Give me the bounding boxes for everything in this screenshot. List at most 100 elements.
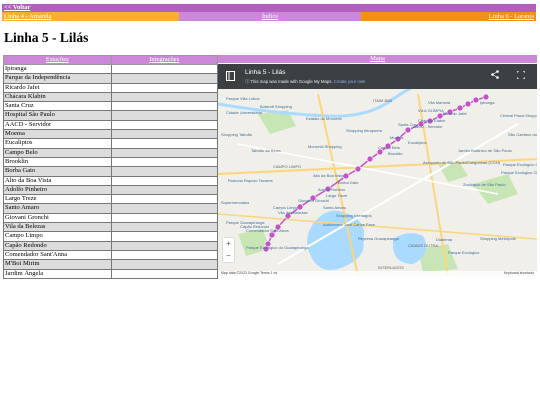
integration-cell [110, 129, 218, 140]
map-label: Jardim Botânico de São Paulo [458, 148, 513, 153]
station-name-cell: Adolfo Pinheiro [3, 184, 112, 196]
map-label: Santa Cruz [398, 122, 418, 127]
map-label: Chácara Klabin [418, 118, 445, 123]
station-name-cell: Eucaliptos [3, 138, 112, 149]
map-label: Largo Treze [326, 193, 348, 198]
map-label: Santo Amaro [323, 205, 347, 210]
sidebar-toggle-icon[interactable] [226, 71, 235, 81]
integration-cell [110, 259, 218, 270]
page-title: Linha 5 - Lilás [4, 30, 89, 45]
station-name-cell: Ipiranga [3, 63, 112, 75]
station-name-cell: Borba Gato [3, 166, 112, 177]
integrations-header[interactable]: Integrações [110, 55, 218, 65]
map-label: São Caetano do Sul [508, 132, 537, 137]
station-name-cell: Campo Belo [3, 147, 112, 158]
map-label: Ipiranga [480, 100, 495, 105]
station-marker[interactable] [472, 96, 480, 104]
map-label: Parque Ecológico do Guarapiranga [246, 245, 309, 250]
keyboard-shortcuts-link[interactable]: Keyboard shortcuts [504, 271, 537, 276]
station-name-cell: Moema [3, 129, 112, 140]
map-notice-text: This map was made with Google My Maps. [250, 79, 333, 84]
map-label: Parque Guarapiranga [226, 220, 265, 225]
table-row: Santo Amaro [3, 203, 218, 214]
map-attribution[interactable]: Map data ©2023 Google Terms 1 mi [218, 271, 277, 275]
map-label: Shopping Ibirapuera [346, 128, 383, 133]
station-marker[interactable] [354, 165, 362, 173]
stations-header[interactable]: Estações [3, 55, 112, 65]
station-marker[interactable] [404, 126, 412, 134]
zoom-control: + − [223, 238, 234, 262]
map-label: Central Plaza Shopping [500, 113, 537, 118]
map-label: ITAIM BIBI [373, 98, 392, 103]
map-label: Zoológico de São Paulo [463, 182, 506, 187]
map-title-bar: Linha 5 - Lilás ⓘ This map was made with… [218, 64, 537, 89]
station-name-cell: Santa Cruz [3, 101, 112, 112]
table-row: Adolfo Pinheiro [3, 184, 218, 196]
table-row: Chácara Klabin [3, 91, 218, 103]
fullscreen-icon[interactable] [517, 71, 525, 79]
index-link[interactable]: Índice [179, 12, 361, 21]
map-label: Brooklin [388, 151, 402, 156]
prev-line-link[interactable]: Linha 4 - Amarela [2, 12, 179, 21]
map-label: Rodovia Raposo Tavares [228, 178, 273, 183]
map-header[interactable]: Mapa [218, 55, 537, 63]
integration-cell [110, 82, 218, 93]
table-row: Parque da Independência [3, 73, 218, 84]
station-name-cell: Giovani Gronchi [3, 212, 112, 224]
map-label: Borba Gato [338, 180, 359, 185]
integration-cell [110, 268, 218, 279]
map-label: Vila Mariana [428, 100, 451, 105]
station-name-cell: Brooklin [3, 156, 112, 168]
create-map-link[interactable]: Create your own [334, 79, 366, 84]
integration-cell [110, 119, 218, 131]
map-label: Represa Guarapiranga [358, 236, 399, 241]
share-icon[interactable] [491, 70, 499, 79]
station-marker[interactable] [464, 100, 472, 108]
station-name-cell: Chácara Klabin [3, 91, 112, 103]
next-line-link[interactable]: Linha 6 - Laranja [361, 12, 536, 21]
station-name-cell: Alto da Boa Vista [3, 175, 112, 186]
integration-cell [110, 147, 218, 158]
back-link[interactable]: << Voltar [2, 4, 30, 12]
station-name-cell: Jardim Ângela [3, 268, 112, 279]
integration-cell [110, 175, 218, 186]
map-label: Comendador Sant'Anna [246, 228, 289, 233]
integration-cell [110, 101, 218, 112]
table-row: Ricardo Jafet [3, 82, 218, 93]
map-label: Ricardo Jafet [443, 111, 467, 116]
map-label: Alto da Boa Vista [313, 173, 344, 178]
map-canvas[interactable]: Butantã ShoppingCidade Universitária Está… [218, 64, 537, 276]
station-name-cell: Capão Redondo [3, 240, 112, 251]
map-label: Shopping Interlagos [336, 213, 372, 218]
integration-cell [110, 166, 218, 177]
stations-table-wrapper: Estações Integrações Ipiranga Parque da I… [3, 55, 218, 279]
station-name-cell: Largo Treze [3, 194, 112, 205]
station-name-cell: Comendador Sant'Anna [3, 249, 112, 261]
integration-cell [110, 194, 218, 205]
map-label: Aeroporto de São Paulo/Congonhas (CGH) [423, 160, 501, 165]
zoom-out-button[interactable]: − [223, 250, 234, 262]
table-row: Borba Gato [3, 166, 218, 177]
map-label: Vila das Belezas [278, 210, 308, 215]
map-label: Adolfo Pinheiro [318, 187, 346, 192]
station-marker[interactable] [342, 172, 350, 180]
map-label: Campo Limpo [273, 205, 299, 210]
stations-table-body: Ipiranga Parque da Independência Ricardo J… [3, 63, 218, 279]
integration-cell [110, 156, 218, 168]
map-label: Supermercados [221, 200, 249, 205]
station-marker[interactable] [366, 155, 374, 163]
integration-cell [110, 222, 218, 233]
map-label: Parque Ecológico Chico Mendes [501, 170, 537, 175]
map-label: Estádio do Morumbi [306, 116, 342, 121]
integration-cell [110, 138, 218, 149]
zoom-in-button[interactable]: + [223, 238, 234, 250]
map-footer: Map data ©2023 Google Terms 1 mi Keyboar… [218, 271, 537, 276]
map-label: INTERLAGOS [378, 265, 404, 270]
table-row: Comendador Sant'Anna [3, 249, 218, 261]
integration-cell [110, 110, 218, 121]
embedded-map[interactable]: Butantã Shopping Cidade Universitária Está… [218, 64, 537, 276]
station-name-cell: Campo Limpo [3, 231, 112, 242]
station-name-cell: Hospital São Paulo [3, 110, 112, 121]
station-name-cell: AACD - Servidor [3, 119, 112, 131]
table-row: Hospital São Paulo [3, 110, 218, 121]
